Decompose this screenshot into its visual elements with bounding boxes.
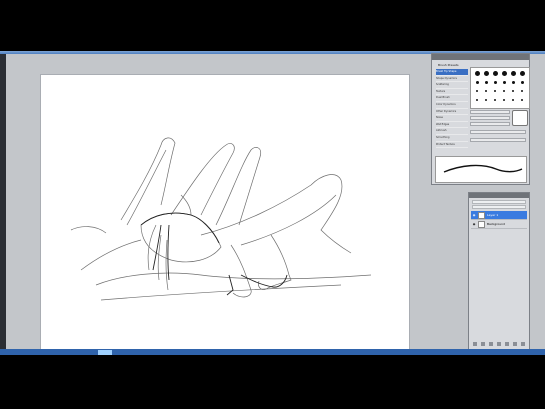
brush-tip-presets[interactable] bbox=[470, 67, 530, 109]
taskbar bbox=[0, 349, 545, 355]
brush-tip[interactable] bbox=[503, 81, 506, 84]
brush-tip[interactable] bbox=[475, 71, 480, 76]
link-layers-icon[interactable] bbox=[473, 342, 477, 346]
layer-name: Background bbox=[487, 222, 505, 226]
brush-panel[interactable]: Brush Presets Brush Tip Shape Shape Dyna… bbox=[431, 53, 530, 185]
eye-icon[interactable]: ◉ bbox=[472, 213, 476, 217]
blend-mode-select[interactable] bbox=[472, 200, 526, 204]
tools-panel-edge bbox=[0, 54, 6, 350]
new-layer-icon[interactable] bbox=[513, 342, 517, 346]
size-control[interactable] bbox=[470, 110, 510, 114]
brush-setting-item[interactable]: Scattering bbox=[436, 82, 468, 89]
layer-name: Layer 1 bbox=[487, 213, 499, 217]
spacing-slider[interactable] bbox=[470, 138, 526, 142]
brush-angle-widget[interactable] bbox=[512, 110, 528, 126]
layers-panel-header[interactable] bbox=[469, 193, 529, 198]
brush-setting-item[interactable]: Smoothing bbox=[436, 135, 468, 142]
brush-setting-item[interactable]: Dual Brush bbox=[436, 95, 468, 102]
trash-icon[interactable] bbox=[521, 342, 525, 346]
brush-setting-item[interactable]: Noise bbox=[436, 115, 468, 122]
brush-tip[interactable] bbox=[521, 81, 524, 84]
brush-setting-item[interactable]: Color Dynamics bbox=[436, 102, 468, 109]
layer-thumbnail bbox=[478, 212, 485, 219]
sketch-drawing bbox=[70, 137, 372, 301]
eye-icon[interactable]: ◉ bbox=[472, 222, 476, 226]
brush-tip[interactable] bbox=[485, 90, 487, 92]
brush-tip[interactable] bbox=[512, 99, 514, 101]
brush-settings-list: Brush Tip Shape Shape Dynamics Scatterin… bbox=[436, 69, 468, 149]
brush-tip[interactable] bbox=[503, 99, 505, 101]
adjustment-icon[interactable] bbox=[497, 342, 501, 346]
brush-tip[interactable] bbox=[476, 81, 479, 84]
brush-tip[interactable] bbox=[485, 99, 487, 101]
hardness-slider[interactable] bbox=[470, 130, 526, 134]
brush-presets-tab[interactable]: Brush Presets bbox=[438, 63, 459, 67]
brush-stroke-preview bbox=[435, 156, 527, 183]
brush-setting-item[interactable]: Protect Texture bbox=[436, 142, 468, 149]
layer-row[interactable]: ◉ Layer 1 bbox=[471, 211, 527, 220]
layers-panel[interactable]: ◉ Layer 1 ◉ Background bbox=[468, 192, 530, 350]
brush-tip[interactable] bbox=[512, 81, 515, 84]
brush-tip[interactable] bbox=[503, 90, 505, 92]
brush-tip[interactable] bbox=[521, 90, 523, 92]
brush-tip[interactable] bbox=[512, 90, 514, 92]
brush-tip[interactable] bbox=[476, 99, 478, 101]
brush-setting-item[interactable]: Airbrush bbox=[436, 128, 468, 135]
brush-tip[interactable] bbox=[494, 90, 496, 92]
layers-footer-buttons bbox=[471, 342, 527, 347]
brush-tip[interactable] bbox=[520, 71, 525, 76]
brush-tip[interactable] bbox=[521, 99, 523, 101]
brush-tip[interactable] bbox=[476, 90, 478, 92]
angle-control[interactable] bbox=[470, 122, 510, 126]
brush-setting-item[interactable]: Texture bbox=[436, 89, 468, 96]
taskbar-button[interactable] bbox=[98, 350, 112, 355]
brush-setting-item[interactable]: Wet Edges bbox=[436, 122, 468, 129]
lock-options-row[interactable] bbox=[472, 205, 526, 209]
mask-icon[interactable] bbox=[489, 342, 493, 346]
brush-tip[interactable] bbox=[485, 81, 488, 84]
brush-tip[interactable] bbox=[502, 71, 507, 76]
brush-tip[interactable] bbox=[484, 71, 489, 76]
brush-tip[interactable] bbox=[494, 81, 497, 84]
brush-tip[interactable] bbox=[494, 99, 496, 101]
flip-control[interactable] bbox=[470, 116, 510, 120]
brush-panel-header[interactable] bbox=[432, 54, 529, 60]
brush-tip[interactable] bbox=[493, 71, 498, 76]
layer-style-icon[interactable] bbox=[481, 342, 485, 346]
brush-setting-item[interactable]: Other Dynamics bbox=[436, 109, 468, 116]
folder-icon[interactable] bbox=[505, 342, 509, 346]
brush-setting-item[interactable]: Brush Tip Shape bbox=[436, 69, 468, 76]
document-canvas[interactable] bbox=[41, 75, 409, 350]
brush-tip[interactable] bbox=[511, 71, 516, 76]
brush-setting-item[interactable]: Shape Dynamics bbox=[436, 76, 468, 83]
layer-row[interactable]: ◉ Background bbox=[471, 220, 527, 229]
layer-thumbnail bbox=[478, 221, 485, 228]
